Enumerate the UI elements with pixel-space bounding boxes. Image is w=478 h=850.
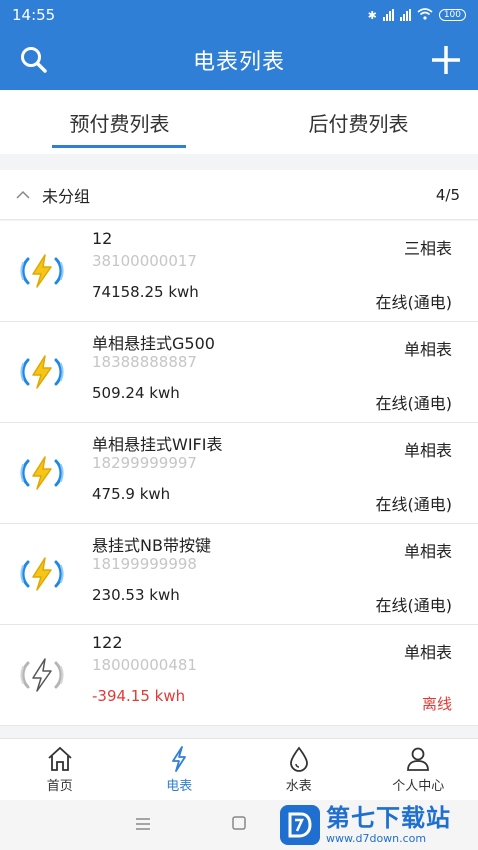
meter-name: 122	[92, 633, 123, 652]
meter-type: 单相表	[403, 542, 452, 561]
watermark: 第七下载站 www.d7down.com	[280, 802, 476, 848]
meter-list-item[interactable]: 122 18000000481 -394.15 kwh 单相表 离线	[0, 625, 478, 726]
home-icon	[48, 746, 72, 771]
meter-name: 单相悬挂式WIFI表	[92, 435, 223, 454]
meter-type: 单相表	[403, 643, 452, 662]
tab-postpaid[interactable]: 后付费列表	[239, 90, 478, 154]
meter-reading: 509.24 kwh	[92, 384, 180, 402]
battery-icon: 100	[438, 9, 466, 21]
meter-lightning-icon	[18, 348, 66, 396]
home-square-button[interactable]	[231, 815, 247, 835]
meter-list-item[interactable]: 单相悬挂式G500 18388888887 509.24 kwh 单相表 在线(…	[0, 322, 478, 423]
group-count: 4/5	[435, 185, 460, 204]
add-meter-button[interactable]	[428, 42, 464, 78]
search-button[interactable]	[18, 44, 50, 76]
meter-list-item[interactable]: 12 38100000017 74158.25 kwh 三相表 在线(通电)	[0, 221, 478, 322]
menu-button[interactable]	[135, 816, 151, 835]
status-bar: 14:55 ✱ 100	[0, 0, 478, 30]
nav-home-label: 首页	[46, 779, 73, 794]
search-icon	[21, 47, 47, 73]
meter-status: 在线(通电)	[375, 596, 453, 615]
meter-name: 单相悬挂式G500	[92, 334, 215, 353]
nav-meter[interactable]: 电表	[120, 739, 240, 800]
menu-icon	[136, 817, 150, 830]
tab-bar: 预付费列表 后付费列表	[0, 90, 478, 154]
meter-serial: 38100000017	[92, 252, 197, 270]
watermark-title: 第七下载站	[326, 804, 451, 832]
meter-reading: 230.53 kwh	[92, 586, 180, 604]
meter-name: 悬挂式NB带按键	[92, 536, 211, 555]
group-header[interactable]: 未分组 4/5	[0, 170, 478, 220]
meter-serial: 18000000481	[92, 656, 197, 674]
meter-lightning-icon	[18, 449, 66, 497]
nav-profile[interactable]: 个人中心	[359, 739, 478, 800]
meter-reading: -394.15 kwh	[92, 687, 186, 705]
meter-serial: 18199999998	[92, 555, 197, 573]
meter-serial: 18299999997	[92, 454, 197, 472]
tab-prepaid[interactable]: 预付费列表	[0, 90, 239, 154]
status-time: 14:55	[12, 6, 56, 24]
group-name: 未分组	[42, 186, 91, 206]
status-icons: ✱ 100	[367, 7, 466, 23]
meter-lightning-icon	[18, 247, 66, 295]
page-title: 电表列表	[192, 50, 285, 75]
meter-status: 在线(通电)	[375, 394, 453, 413]
d7-logo-icon	[280, 805, 320, 845]
watermark-url: www.d7down.com	[326, 832, 427, 845]
meter-list-item[interactable]: 单相悬挂式WIFI表 18299999997 475.9 kwh 单相表 在线(…	[0, 423, 478, 524]
plus-icon	[432, 46, 460, 74]
signal-icon	[382, 9, 394, 21]
meter-lightning-icon	[18, 651, 66, 699]
nav-meter-label: 电表	[166, 779, 193, 794]
nav-water-label: 水表	[285, 779, 312, 794]
bottom-nav: 首页 电表 水表 个人中心	[0, 738, 478, 800]
nav-profile-label: 个人中心	[392, 779, 445, 794]
meter-status: 在线(通电)	[375, 293, 453, 312]
meter-type: 三相表	[403, 239, 452, 258]
signal-icon-2	[399, 9, 411, 21]
lightning-icon	[172, 746, 187, 772]
meter-name: 12	[92, 229, 113, 248]
person-icon	[407, 747, 430, 771]
nav-home[interactable]: 首页	[0, 739, 120, 800]
meter-status: 离线	[421, 695, 452, 713]
meter-type: 单相表	[403, 340, 452, 359]
meter-status: 在线(通电)	[375, 495, 453, 514]
meter-list-item[interactable]: 悬挂式NB带按键 18199999998 230.53 kwh 单相表 在线(通…	[0, 524, 478, 625]
water-drop-icon	[289, 746, 308, 772]
meter-reading: 74158.25 kwh	[92, 283, 199, 301]
meter-type: 单相表	[403, 441, 452, 460]
meter-serial: 18388888887	[92, 353, 197, 371]
chevron-up-icon	[16, 190, 30, 199]
nav-water[interactable]: 水表	[239, 739, 359, 800]
square-icon	[232, 816, 246, 830]
app-bar: 电表列表	[0, 30, 478, 90]
meter-lightning-icon	[18, 550, 66, 598]
meter-reading: 475.9 kwh	[92, 485, 171, 503]
wifi-icon	[417, 7, 433, 23]
bluetooth-icon: ✱	[367, 8, 377, 22]
meter-list: 12 38100000017 74158.25 kwh 三相表 在线(通电) 单…	[0, 221, 478, 726]
